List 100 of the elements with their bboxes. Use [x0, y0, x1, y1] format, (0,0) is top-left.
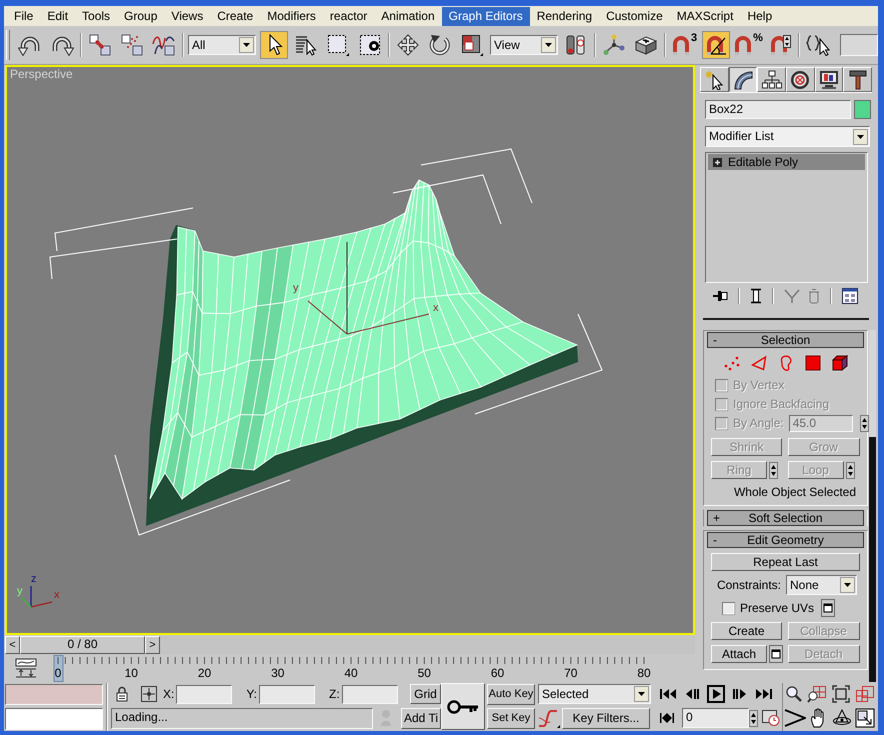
set-keys-button[interactable]	[441, 683, 485, 730]
play-icon[interactable]	[707, 685, 725, 703]
spinner-icon[interactable]	[749, 710, 758, 726]
tool-button[interactable]: Create	[711, 622, 782, 640]
i-beam-icon[interactable]	[750, 288, 762, 304]
select-button[interactable]	[260, 31, 288, 59]
next-frame-icon[interactable]	[733, 688, 747, 700]
hammer-icon	[848, 70, 868, 90]
named-selection-field[interactable]	[840, 34, 878, 56]
coordinate-field[interactable]	[259, 684, 316, 704]
script-input-field[interactable]	[5, 708, 103, 730]
time-slider-thumb[interactable]: 0 / 80	[20, 636, 145, 654]
menu-item[interactable]: File	[7, 6, 40, 26]
time-configuration-icon[interactable]	[762, 710, 780, 726]
auto-key-button[interactable]: Auto Key	[487, 684, 535, 704]
frame-number: 40	[344, 666, 358, 680]
menu-item[interactable]: reactor	[322, 6, 374, 26]
key-filters-button[interactable]: Key Filters...	[562, 708, 650, 728]
zoom-extents-all-icon[interactable]	[855, 685, 875, 703]
viewport[interactable]: Perspective y x z y x	[5, 65, 695, 635]
spinner-magnet-icon	[769, 34, 791, 56]
menu-item[interactable]: Modifiers	[260, 6, 323, 26]
crosshair-square-icon[interactable]	[141, 686, 157, 702]
menu-item[interactable]: Tools	[75, 6, 118, 26]
axis-label: y	[17, 585, 22, 597]
plus-box-icon[interactable]	[713, 158, 722, 166]
menu-item[interactable]: Customize	[599, 6, 670, 26]
menu-item[interactable]: MAXScript	[670, 6, 740, 26]
field-of-view-icon[interactable]	[784, 709, 806, 727]
menu-item[interactable]: Rendering	[530, 6, 600, 26]
skip-to-end-icon[interactable]	[755, 688, 773, 700]
modifier-stack-item[interactable]: Editable Poly	[708, 154, 865, 170]
command-panel-tab[interactable]	[728, 67, 758, 92]
menu-item[interactable]: Create	[210, 6, 260, 26]
spinner-icon[interactable]	[860, 415, 869, 432]
menu-item[interactable]: Help	[740, 6, 780, 26]
frame-field[interactable]: 0	[682, 708, 749, 728]
time-marker[interactable]	[54, 654, 64, 682]
edge-icon[interactable]	[750, 355, 766, 371]
menu-item[interactable]: Edit	[40, 6, 76, 26]
tool-button[interactable]: Attach	[711, 645, 767, 664]
caret-icon	[853, 128, 868, 144]
polygon-icon[interactable]	[804, 355, 820, 371]
rollout-header[interactable]: - Edit Geometry	[707, 532, 864, 548]
modifier-list-dropdown[interactable]: Modifier List	[705, 126, 870, 147]
maximize-toggle-icon[interactable]	[855, 708, 875, 728]
track-bar[interactable]: 0 10 20 30 40 50 60 70 80	[51, 654, 695, 682]
menu-item[interactable]: Views	[164, 6, 210, 26]
rollout-header[interactable]: + Soft Selection	[707, 510, 864, 526]
scrollbar-track[interactable]	[869, 330, 876, 682]
previous-frame-icon[interactable]	[685, 688, 699, 700]
pin-icon[interactable]	[712, 288, 728, 304]
lock-icon[interactable]	[116, 686, 128, 702]
key-curve-icon[interactable]	[538, 708, 560, 728]
settings-window-icon[interactable]	[821, 599, 836, 618]
constraints-dropdown[interactable]: None	[786, 575, 857, 596]
frame-number: 30	[271, 666, 284, 680]
constraints-label: Constraints:	[716, 578, 781, 593]
settings-window-icon[interactable]	[769, 645, 783, 664]
coordinate-field[interactable]	[176, 684, 232, 704]
color-swatch-icon[interactable]	[854, 100, 871, 119]
skip-to-start-icon[interactable]	[659, 688, 677, 700]
menu-item[interactable]: Graph Editors	[442, 6, 530, 26]
coordinate-field[interactable]	[342, 684, 398, 704]
cube-icon[interactable]	[832, 355, 848, 371]
menu-item[interactable]: Group	[117, 6, 164, 26]
repeat-last-button[interactable]: Repeat Last	[711, 553, 860, 572]
selection-filter-dropdown[interactable]: All	[188, 35, 256, 55]
angle-snap-button[interactable]	[702, 31, 730, 59]
set-key-button[interactable]: Set Key	[487, 708, 535, 728]
arc-rotate-icon[interactable]	[832, 708, 852, 728]
frame-number: 10	[124, 666, 138, 680]
coordinate-system-dropdown[interactable]: View	[490, 35, 558, 55]
zoom-extents-icon[interactable]	[832, 685, 850, 703]
next-frame-button[interactable]: >	[145, 636, 160, 654]
key-mode-toggle-icon[interactable]	[659, 712, 675, 724]
menu-item[interactable]: Animation	[374, 6, 442, 26]
snap-button[interactable]: 3	[670, 31, 698, 59]
vertex-icon[interactable]	[724, 355, 740, 371]
collapse-toggle[interactable]: +	[708, 512, 722, 525]
grid-button[interactable]: Grid	[410, 684, 441, 704]
checkbox[interactable]	[722, 602, 735, 615]
zoom-all-icon[interactable]	[807, 685, 827, 703]
scrollbar-thumb[interactable]	[869, 437, 876, 682]
collapse-toggle[interactable]: -	[708, 334, 722, 346]
grid-window-icon[interactable]	[842, 288, 858, 304]
curve-editor-icon[interactable]	[15, 658, 37, 678]
script-output-field[interactable]	[5, 684, 103, 705]
object-name-field[interactable]: Box22	[705, 100, 851, 119]
key-mode-dropdown[interactable]: Selected	[538, 684, 651, 704]
previous-frame-button[interactable]: <	[5, 636, 20, 654]
coordinate-label: X:	[163, 686, 174, 702]
percent-snap-button[interactable]: %	[734, 31, 762, 59]
add-time-tag-button[interactable]: Add Ti	[401, 708, 441, 728]
time-slider-track[interactable]: < 0 / 80 >	[5, 636, 695, 654]
magnet-icon	[670, 34, 691, 56]
rollout-header[interactable]: - Selection	[707, 332, 864, 348]
checkbox-label: By Angle:	[733, 416, 784, 431]
collapse-toggle[interactable]: -	[708, 534, 722, 547]
zoom-icon[interactable]	[786, 686, 802, 702]
